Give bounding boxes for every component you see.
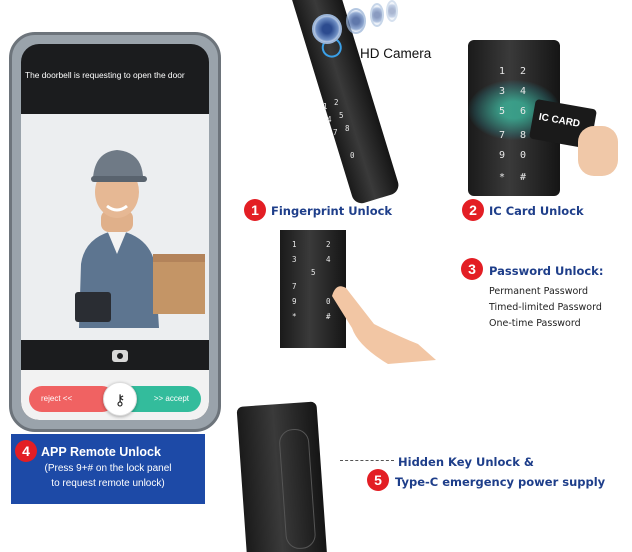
keypad-key: 1 [499, 66, 506, 77]
camera-icon[interactable] [112, 350, 128, 362]
feature-badge-5: 5 [367, 469, 389, 491]
lens-element-icon [346, 8, 366, 34]
hidden-key-cover [278, 428, 317, 550]
camera-lens-icon [312, 14, 342, 44]
hd-camera-label: HD Camera [360, 46, 432, 61]
keypad-key: 5 [311, 268, 316, 277]
fingerprint-panel [236, 0, 434, 222]
camera-control-bar [21, 340, 209, 370]
hand-image [578, 126, 618, 176]
courier-image [21, 114, 209, 340]
keypad-key: 3 [499, 86, 506, 97]
doorbell-notification: The doorbell is requesting to open the d… [25, 70, 185, 80]
status-bar [21, 44, 209, 60]
keypad-key: 3 [292, 255, 297, 264]
keypad-key: 2 [520, 66, 527, 77]
keypad-key: 0 [520, 150, 527, 161]
lock-body-image [286, 0, 401, 206]
password-type: One-time Password [489, 318, 581, 329]
app-remote-title: APP Remote Unlock [41, 445, 161, 459]
feature-badge-2: 2 [462, 199, 484, 221]
ic-card-unlock-label: IC Card Unlock [489, 204, 584, 218]
app-remote-note-line2: to request remote unlock) [51, 478, 165, 489]
keypad-key: 8 [345, 124, 350, 133]
hidden-key-unlock-label: Hidden Key Unlock & [398, 455, 534, 469]
keypad-key: 1 [292, 240, 297, 249]
phone-mockup: The doorbell is requesting to open the d… [9, 32, 221, 432]
keypad-key: 0 [326, 297, 331, 306]
keypad-key: 0 [350, 151, 355, 160]
keypad-key: * [499, 172, 506, 183]
typec-power-label: Type-C emergency power supply [395, 475, 606, 489]
keypad-key: 6 [520, 106, 527, 117]
answer-controls: reject << >> accept ⚷ [21, 370, 209, 420]
ic-card-panel: IC CARD [444, 40, 632, 196]
lens-element-icon [386, 0, 398, 22]
keypad-key: 4 [326, 255, 331, 264]
keypad-key: # [326, 312, 331, 321]
leader-line [340, 460, 394, 461]
fingerprint-unlock-label: Fingerprint Unlock [271, 204, 393, 218]
keypad-key: 9 [292, 297, 297, 306]
keypad-key: 8 [520, 130, 527, 141]
hidden-key-panel [236, 398, 376, 552]
lock-side-image [236, 401, 328, 552]
feature-badge-1: 1 [244, 199, 266, 221]
finger-image [328, 274, 436, 364]
app-remote-note-line1: (Press 9+# on the lock panel [44, 463, 172, 474]
ic-card-text: IC CARD [537, 111, 581, 130]
lens-element-icon [370, 3, 384, 27]
app-remote-caption: 4 APP Remote Unlock (Press 9+# on the lo… [11, 434, 205, 504]
keypad-key: 1 [323, 102, 328, 111]
phone-screen: The doorbell is requesting to open the d… [21, 44, 209, 420]
keypad-key: * [292, 312, 297, 321]
keypad-key: 4 [520, 86, 527, 97]
doorbell-video-feed [21, 114, 209, 340]
keypad-key: 7 [292, 282, 297, 291]
password-unlock-label: Password Unlock: [489, 264, 604, 278]
keypad-key: 5 [499, 106, 506, 117]
keypad-key: 4 [327, 115, 332, 124]
feature-badge-3: 3 [461, 258, 483, 280]
keypad-key: 9 [499, 150, 506, 161]
keypad-key: 5 [339, 111, 344, 120]
keypad-key: 7 [333, 128, 338, 137]
password-type: Timed-limited Password [489, 302, 602, 313]
keypad-key: 2 [326, 240, 331, 249]
keypad-key: 7 [499, 130, 506, 141]
password-panel [236, 230, 436, 388]
feature-badge-4: 4 [15, 440, 37, 462]
keypad-key: 2 [334, 98, 339, 107]
key-icon[interactable]: ⚷ [103, 382, 137, 416]
password-type: Permanent Password [489, 286, 589, 297]
keypad-key: # [520, 172, 527, 183]
